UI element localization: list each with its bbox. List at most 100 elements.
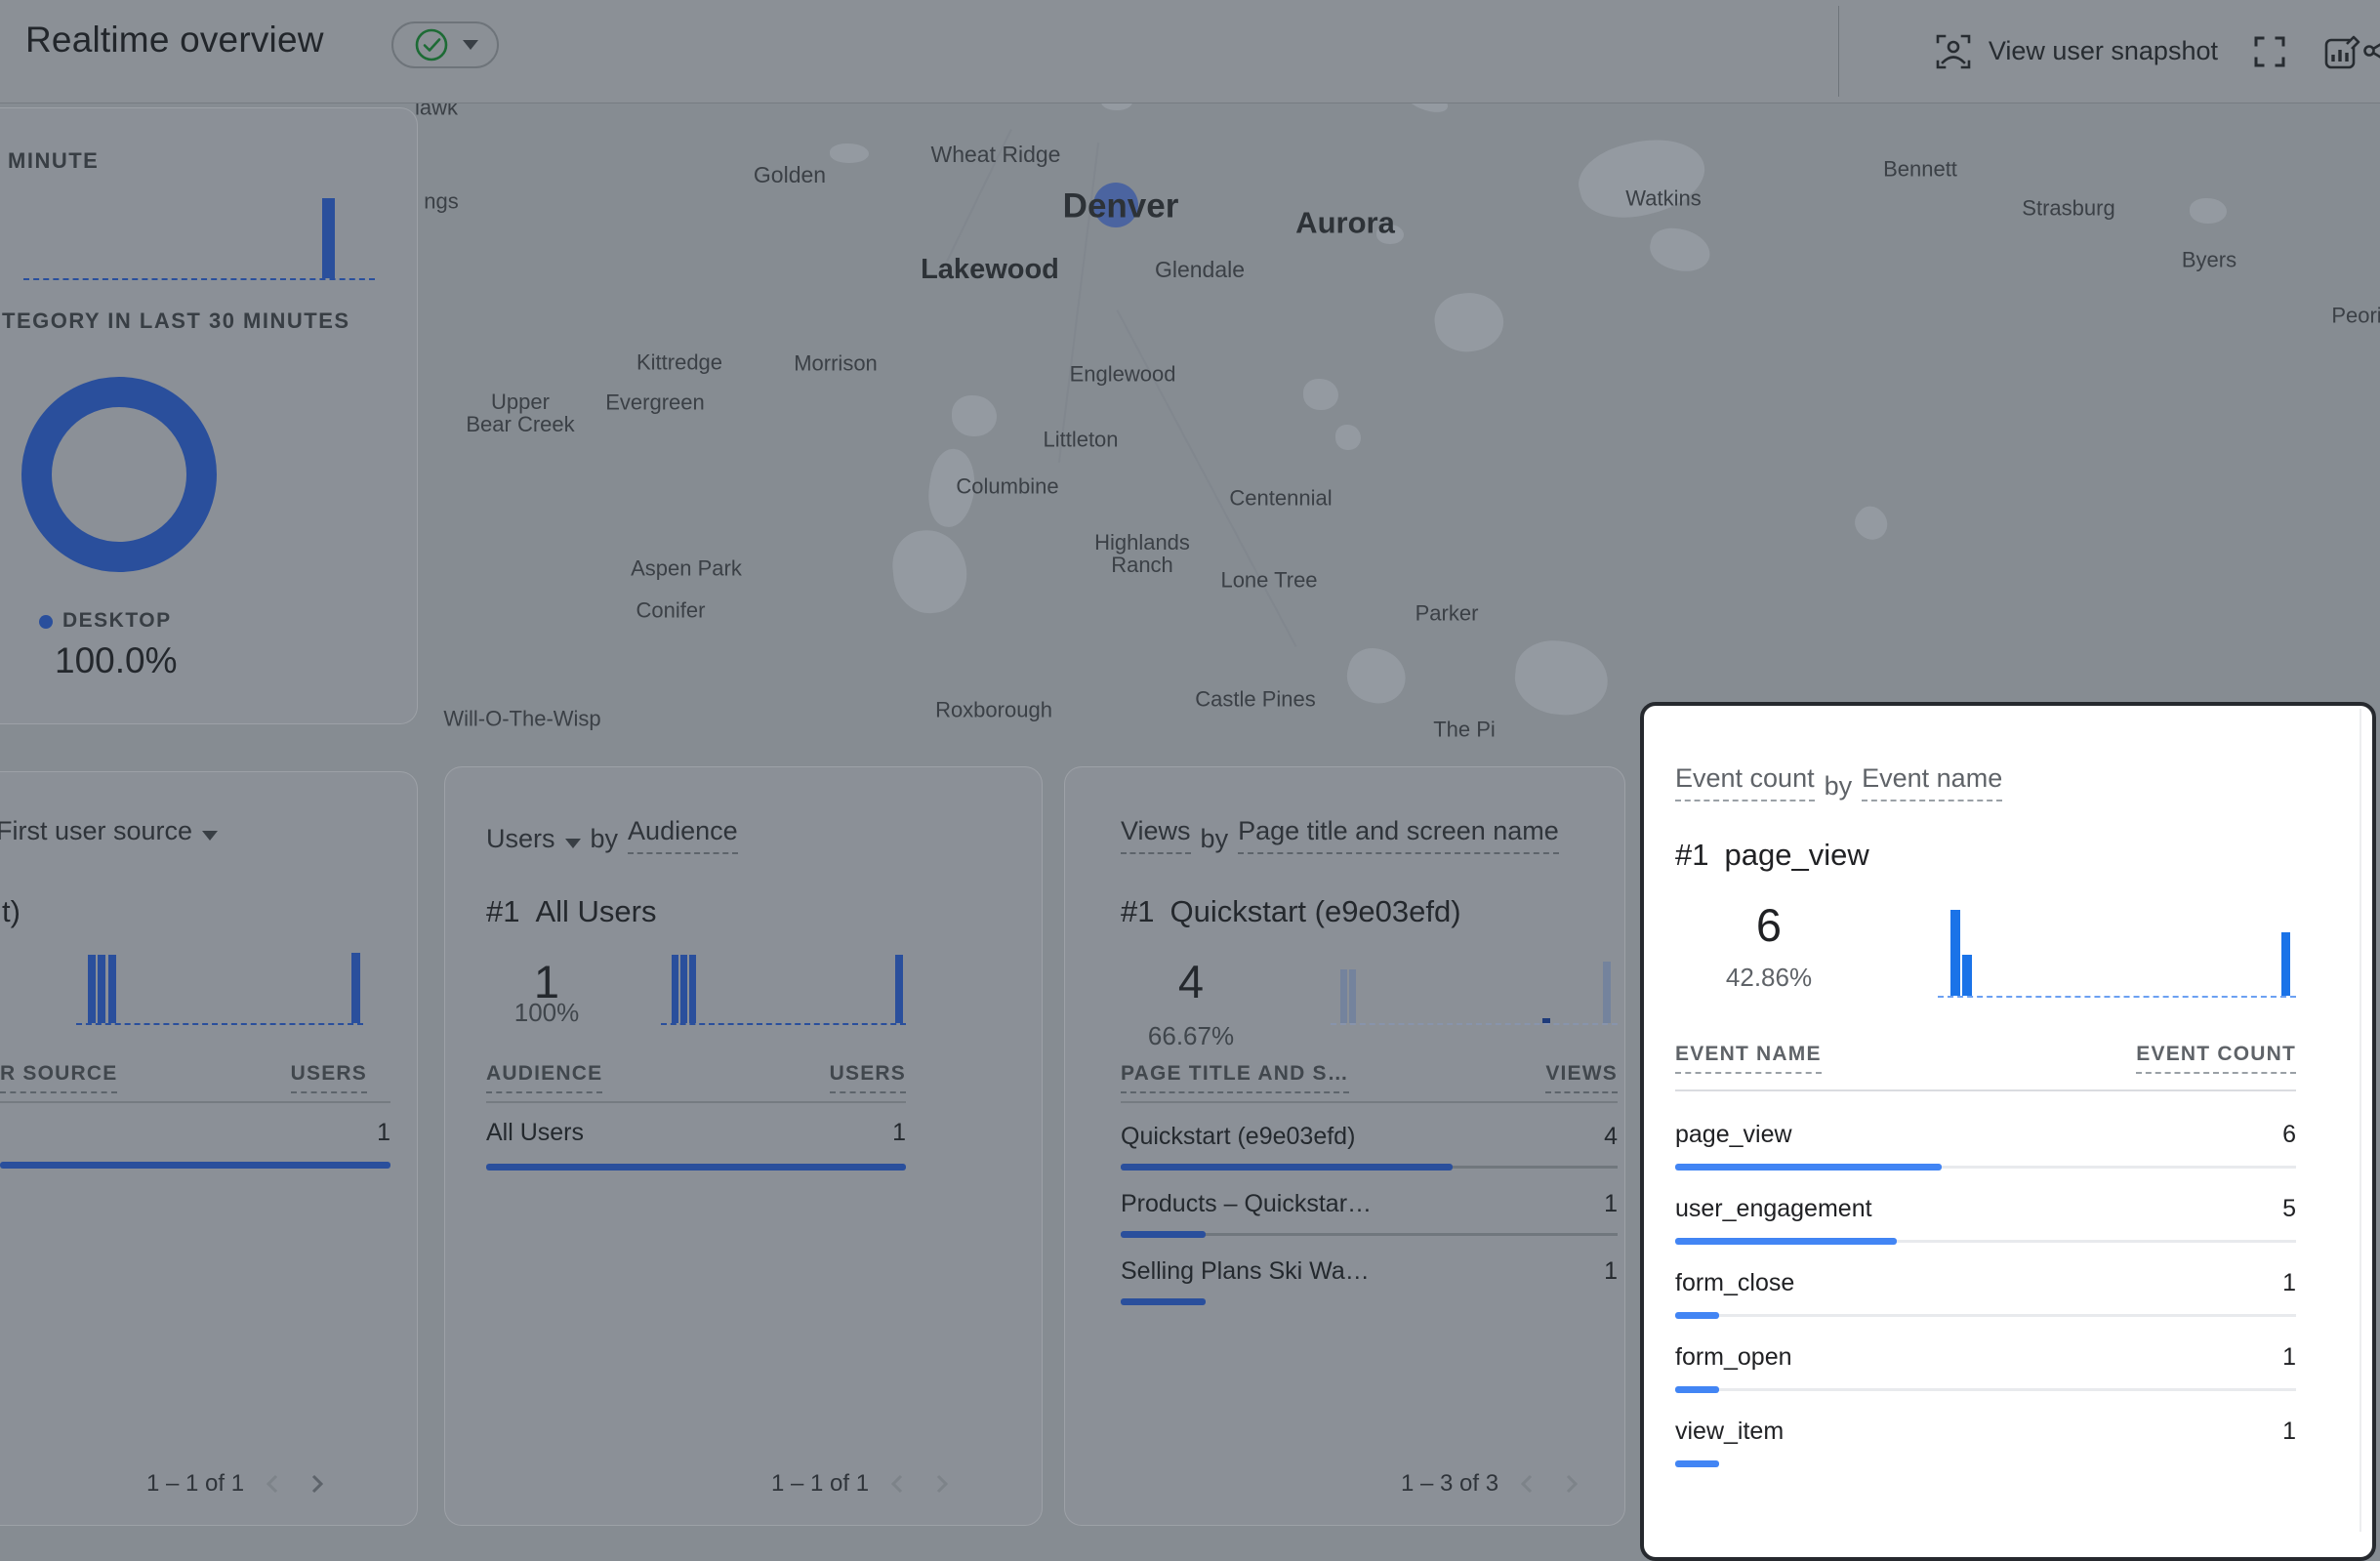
metric-selector-label[interactable]: Views [1121, 816, 1191, 854]
pagination-first-user-source: 1 – 1 of 1 [146, 1470, 330, 1498]
dimension-selector-label[interactable]: Audience [628, 816, 738, 854]
pagination-label: 1 – 1 of 1 [146, 1470, 244, 1498]
title-by: by [591, 824, 619, 854]
row-bar-fill [1121, 1231, 1206, 1238]
chevron-left-icon[interactable] [884, 1470, 912, 1498]
row-bar-fill [1121, 1164, 1453, 1171]
chevron-right-icon[interactable] [303, 1470, 330, 1498]
legend-label: DESKTOP [62, 609, 172, 633]
column-header-name[interactable]: EVENT NAME [1675, 1043, 1822, 1074]
spark-bar [88, 955, 96, 1023]
table-divider [1121, 1101, 1618, 1103]
map-city-label: Columbine [956, 474, 1058, 497]
device-category-section-label: TEGORY IN LAST 30 MINUTES [2, 308, 350, 334]
map-terrain-patch [1431, 288, 1507, 355]
table-row: Selling Plans Ski Wa…1 [1121, 1257, 1618, 1325]
row-bar [1121, 1164, 1618, 1171]
scrollbar-track[interactable] [2359, 709, 2361, 1532]
table-divider [486, 1101, 906, 1103]
metric-selector-label[interactable]: Users [486, 824, 555, 854]
top-rank-line: #1 All Users [486, 894, 657, 929]
map-city-label: Strasburg [2022, 196, 2114, 219]
rank-number: #1 [1121, 894, 1154, 929]
fullscreen-icon[interactable] [2251, 33, 2288, 70]
chevron-right-icon[interactable] [927, 1470, 955, 1498]
row-bar-track [1675, 1388, 2296, 1391]
map-city-label: Bennett [1883, 157, 1957, 180]
table-row: user_engagement5 [1675, 1195, 2296, 1269]
top-rank-line: #1 Quickstart (e9e03efd) [1121, 894, 1461, 929]
view-user-snapshot-label: View user snapshot [1989, 36, 2218, 66]
column-header-name[interactable]: AUDIENCE [486, 1062, 602, 1093]
header-divider [1838, 6, 1839, 97]
map-city-label: ngs [424, 189, 458, 212]
chevron-right-icon[interactable] [1557, 1470, 1584, 1498]
card-title-audience: Users by Audience [486, 816, 738, 854]
pagination-views: 1 – 3 of 3 [1401, 1470, 1584, 1498]
row-value: 6 [2282, 1121, 2296, 1149]
pagination-label: 1 – 3 of 3 [1401, 1470, 1498, 1498]
dimension-selector-label[interactable]: Event name [1862, 763, 2002, 801]
map-city-label: Wheat Ridge [931, 143, 1061, 166]
map-city-label: Glendale [1155, 258, 1245, 281]
table-row: All Users1 [486, 1119, 906, 1187]
metric-percentage: 66.67% [1132, 1021, 1250, 1051]
top-rank-fragment: t) [2, 894, 21, 929]
pagination-audience: 1 – 1 of 1 [771, 1470, 955, 1498]
chevron-down-icon[interactable] [565, 839, 581, 848]
row-bar [1675, 1312, 2296, 1319]
dimension-selector-label[interactable]: Page title and screen name [1238, 816, 1559, 854]
row-bar-fill [1675, 1312, 1719, 1319]
row-bar-fill [1675, 1164, 1942, 1171]
row-bar-fill [1675, 1238, 1897, 1245]
card-title-event-count: Event count by Event name [1675, 763, 2002, 801]
metric-selector-label[interactable]: Event count [1675, 763, 1815, 801]
map-terrain-patch [1335, 425, 1361, 450]
realtime-status-pill[interactable] [391, 21, 499, 68]
customize-report-icon[interactable] [2321, 31, 2362, 72]
page-title: Realtime overview [25, 20, 324, 61]
row-bar-fill [0, 1162, 390, 1169]
row-name: user_engagement [1675, 1195, 1872, 1223]
spark-bar [1603, 962, 1611, 1023]
map-city-label: Highlands Ranch [1094, 531, 1190, 576]
dimension-selector-label[interactable]: First user source [0, 816, 192, 846]
spark-bar [1349, 969, 1356, 1023]
chevron-left-icon[interactable] [1514, 1470, 1541, 1498]
map-city-label: Watkins [1625, 186, 1701, 209]
row-bar [1675, 1238, 2296, 1245]
share-icon[interactable] [2362, 31, 2380, 70]
column-header-value[interactable]: USERS [830, 1062, 906, 1093]
row-bar-fill [486, 1164, 906, 1171]
map-city-label: Parker [1416, 601, 1479, 624]
row-bar [1675, 1386, 2296, 1393]
spark-bar [108, 955, 116, 1023]
column-header-name[interactable]: R SOURCE [0, 1062, 117, 1093]
device-donut-chart [21, 377, 217, 572]
spark-bar [680, 955, 687, 1023]
map-terrain-patch [1404, 103, 1451, 116]
map-city-label: Evergreen [605, 390, 705, 413]
column-header-value[interactable]: VIEWS [1545, 1062, 1618, 1093]
chevron-left-icon[interactable] [260, 1470, 287, 1498]
row-bar [486, 1164, 906, 1171]
map-city-label: Lakewood [921, 255, 1059, 284]
row-bar-fill [1675, 1460, 1719, 1467]
ga-realtime-overview-page: { "header": { "title": "Realtime overvie… [0, 0, 2380, 1535]
table-row: page_view6 [1675, 1121, 2296, 1195]
map-city-label: Will-O-The-Wisp [443, 707, 600, 729]
view-user-snapshot-button[interactable]: View user snapshot [1934, 32, 2218, 71]
column-header-name[interactable]: PAGE TITLE AND S… [1121, 1062, 1349, 1093]
row-name: Selling Plans Ski Wa… [1121, 1257, 1370, 1286]
spark-bar [351, 953, 360, 1023]
map-city-label: The Pi [1433, 718, 1496, 740]
column-header-value[interactable]: EVENT COUNT [2136, 1043, 2296, 1074]
map-terrain-patch [1849, 501, 1895, 546]
card-title-first-user-source[interactable]: First user source [0, 816, 218, 846]
row-value: 4 [1604, 1123, 1618, 1151]
map-city-label: Morrison [794, 351, 878, 374]
top-rank-line: #1 page_view [1675, 838, 1869, 873]
column-header-value[interactable]: USERS [291, 1062, 367, 1093]
table-row: form_open1 [1675, 1343, 2296, 1417]
spark-bar [689, 955, 696, 1023]
